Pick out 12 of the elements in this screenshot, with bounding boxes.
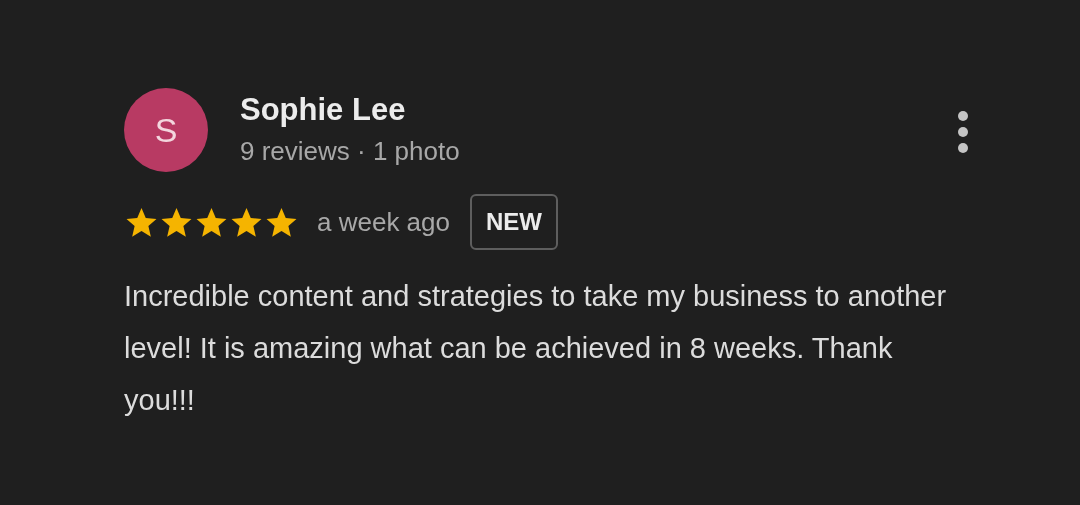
review-date: a week ago [317, 206, 450, 238]
new-badge: NEW [470, 194, 558, 250]
star-icon [264, 205, 299, 239]
star-icon [124, 205, 159, 239]
review-text: Incredible content and strategies to take my business to another level! It is amazing what can be achieved in 8 weeks. Thank you!!! [124, 279, 948, 418]
star-icon [229, 205, 264, 239]
more-options-icon[interactable] [956, 110, 970, 154]
star-icon [194, 205, 229, 239]
author-name: Sophie Lee [240, 92, 407, 128]
star-icon [159, 205, 194, 239]
avatar: S [124, 88, 208, 172]
review-count: 9 reviews · 1 photo [240, 136, 461, 167]
